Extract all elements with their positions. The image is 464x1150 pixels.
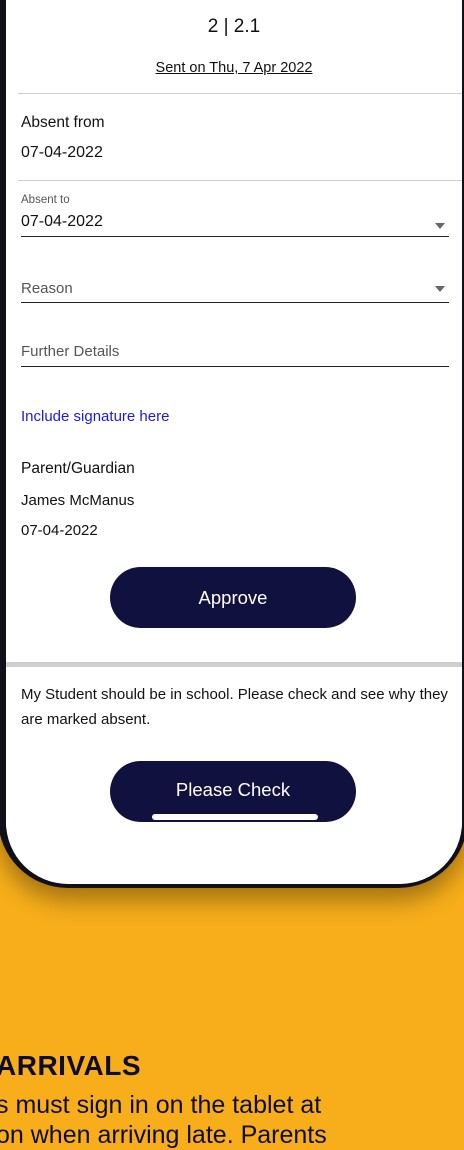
dropdown-arrow-icon[interactable] xyxy=(435,286,445,292)
divider xyxy=(18,180,462,181)
absent-to-value: 07-04-2022 xyxy=(21,213,103,230)
further-details-input[interactable]: Further Details xyxy=(21,341,449,367)
reason-placeholder: Reason xyxy=(21,280,73,297)
absence-form-card: 2 | 2.1 Sent on Thu, 7 Apr 2022 Absent f… xyxy=(6,0,462,828)
sent-on-date: Sent on Thu, 7 Apr 2022 xyxy=(155,60,313,76)
phone-frame: 2 | 2.1 Sent on Thu, 7 Apr 2022 Absent f… xyxy=(0,0,464,888)
further-details-placeholder: Further Details xyxy=(21,343,120,360)
phone-screen: 2 | 2.1 Sent on Thu, 7 Apr 2022 Absent f… xyxy=(6,0,462,884)
arrivals-line-1: s must sign in on the tablet at xyxy=(0,1091,322,1119)
please-check-button[interactable]: Please Check xyxy=(110,761,356,822)
dropdown-arrow-icon[interactable] xyxy=(435,223,445,229)
arrivals-line-2: on when arriving late. Parents xyxy=(0,1121,327,1149)
home-indicator xyxy=(152,814,318,820)
guardian-date: 07-04-2022 xyxy=(21,522,98,539)
absence-message: My Student should be in school. Please c… xyxy=(21,686,448,728)
section-separator xyxy=(6,662,462,667)
include-signature-link[interactable]: Include signature here xyxy=(21,408,169,425)
reason-select[interactable]: Reason xyxy=(21,278,449,303)
approve-button[interactable]: Approve xyxy=(110,567,356,628)
arrivals-text: s must sign in on the tablet at on when … xyxy=(0,1090,327,1150)
absent-from-value: 07-04-2022 xyxy=(21,144,103,161)
class-code: 2 | 2.1 xyxy=(207,16,261,37)
absent-from-label: Absent from xyxy=(21,114,105,131)
guardian-name: James McManus xyxy=(21,492,135,509)
guardian-label: Parent/Guardian xyxy=(21,460,135,477)
absent-to-field[interactable]: Absent to 07-04-2022 xyxy=(21,194,449,237)
arrivals-heading: ARRIVALS xyxy=(0,1050,142,1081)
divider xyxy=(18,93,462,94)
absent-to-label: Absent to xyxy=(21,194,70,206)
